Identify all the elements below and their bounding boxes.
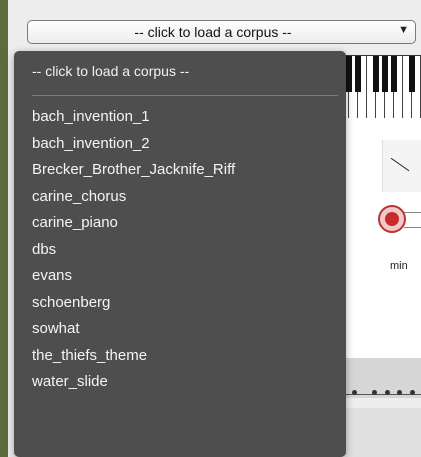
corpus-select[interactable]: -- click to load a corpus -- ▼ xyxy=(27,20,416,44)
corpus-select-value: -- click to load a corpus -- xyxy=(134,24,292,40)
staff-line xyxy=(345,394,421,395)
menu-item-corpus[interactable]: sowhat xyxy=(14,316,346,343)
corpus-list: bach_invention_1 bach_invention_2 Brecke… xyxy=(14,104,346,396)
staff-note xyxy=(352,390,357,395)
menu-divider xyxy=(32,95,338,96)
bottom-strip xyxy=(345,408,421,457)
menu-item-corpus[interactable]: carine_chorus xyxy=(14,184,346,211)
menu-item-corpus[interactable]: water_slide xyxy=(14,369,346,396)
slider-track[interactable] xyxy=(404,212,421,228)
record-knob[interactable] xyxy=(378,205,406,233)
staff-note xyxy=(397,390,402,395)
min-label: min xyxy=(390,260,408,272)
corpus-dropdown-menu: -- click to load a corpus -- bach_invent… xyxy=(14,51,346,457)
gauge xyxy=(382,140,421,192)
piano-black-key[interactable] xyxy=(382,56,388,92)
menu-item-corpus[interactable]: evans xyxy=(14,263,346,290)
piano-black-key[interactable] xyxy=(391,56,397,92)
menu-option-placeholder[interactable]: -- click to load a corpus -- xyxy=(32,63,189,79)
gauge-needle xyxy=(390,157,410,172)
menu-item-corpus[interactable]: Brecker_Brother_Jacknife_Riff xyxy=(14,157,346,184)
menu-item-corpus[interactable]: the_thiefs_theme xyxy=(14,343,346,370)
piano-keyboard[interactable] xyxy=(340,55,421,119)
staff-note xyxy=(410,390,415,395)
staff-note xyxy=(385,390,390,395)
piano-black-key[interactable] xyxy=(409,56,415,92)
menu-item-corpus[interactable]: bach_invention_2 xyxy=(14,131,346,158)
chevron-down-icon: ▼ xyxy=(398,24,409,36)
piano-black-key[interactable] xyxy=(355,56,361,92)
piano-black-key[interactable] xyxy=(373,56,379,92)
menu-item-corpus[interactable]: schoenberg xyxy=(14,290,346,317)
menu-item-corpus[interactable]: bach_invention_1 xyxy=(14,104,346,131)
menu-item-corpus[interactable]: dbs xyxy=(14,237,346,264)
left-rail xyxy=(0,0,8,457)
piano-black-key[interactable] xyxy=(346,56,352,92)
staff-note xyxy=(372,390,377,395)
menu-item-corpus[interactable]: carine_piano xyxy=(14,210,346,237)
